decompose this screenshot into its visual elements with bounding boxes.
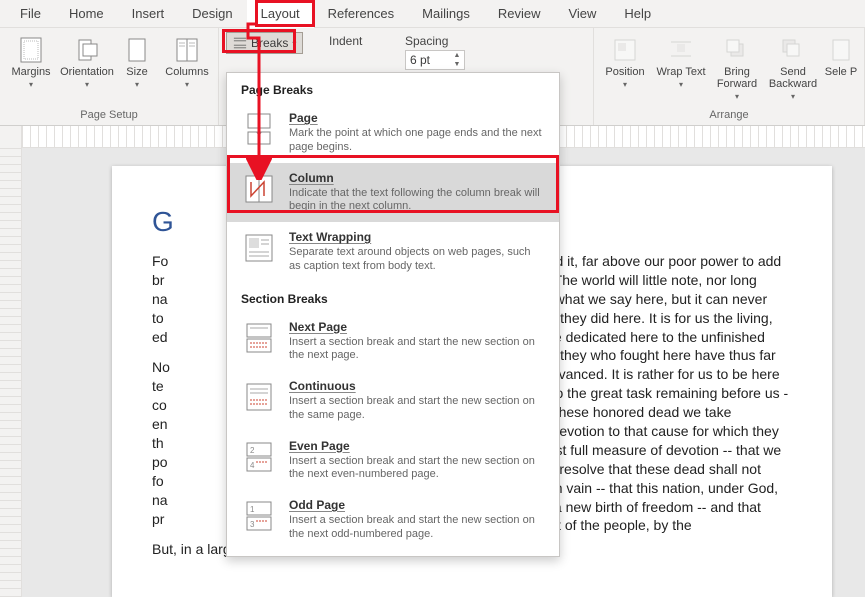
left-p1: Fo br na to ed <box>152 252 172 346</box>
chevron-down-icon: ▾ <box>29 80 33 89</box>
page-break-icon <box>241 111 277 147</box>
menu-mailings[interactable]: Mailings <box>408 0 484 28</box>
break-nextpage-desc: Insert a section break and start the new… <box>289 336 545 364</box>
breaks-dropdown: Page Breaks Page Mark the point at which … <box>226 72 560 557</box>
wrap-text-icon <box>667 36 695 64</box>
bring-forward-icon <box>723 36 751 64</box>
menu-design[interactable]: Design <box>178 0 246 28</box>
selection-icon <box>827 36 855 64</box>
send-backward-button[interactable]: Send Backward▾ <box>768 32 818 102</box>
break-textwrap-item[interactable]: Text Wrapping Separate text around object… <box>227 222 559 282</box>
orientation-icon <box>73 36 101 64</box>
margins-icon <box>17 36 45 64</box>
menu-bar: File Home Insert Design Layout Reference… <box>0 0 865 28</box>
break-page-title: Page <box>289 111 545 125</box>
svg-text:1: 1 <box>250 505 255 514</box>
position-label: Position <box>605 66 644 78</box>
break-continuous-title: Continuous <box>289 379 545 393</box>
margins-label: Margins <box>11 66 50 78</box>
break-evenpage-title: Even Page <box>289 439 545 453</box>
spacing-before-value: 6 pt <box>410 53 430 67</box>
break-page-item[interactable]: Page Mark the point at which one page end… <box>227 103 559 163</box>
menu-insert[interactable]: Insert <box>118 0 179 28</box>
indent-label: Indent <box>329 34 399 48</box>
breaks-label: Breaks <box>251 36 288 50</box>
continuous-break-icon <box>241 379 277 415</box>
stepper-down-icon[interactable]: ▼ <box>450 60 464 69</box>
size-icon <box>123 36 151 64</box>
spacing-before-input[interactable]: 6 pt ▲▼ <box>405 50 465 70</box>
chevron-down-icon: ▾ <box>292 39 296 48</box>
break-oddpage-item[interactable]: 13 Odd PageInsert a section break and st… <box>227 490 559 550</box>
break-continuous-item[interactable]: Continuous Insert a section break and sta… <box>227 371 559 431</box>
menu-home[interactable]: Home <box>55 0 118 28</box>
column-break-icon <box>241 171 277 207</box>
break-textwrap-title: Text Wrapping <box>289 230 545 244</box>
send-backward-icon <box>779 36 807 64</box>
svg-text:2: 2 <box>250 446 255 455</box>
chevron-down-icon: ▾ <box>135 80 139 89</box>
ruler-corner <box>0 126 22 148</box>
group-arrange: Position▾ Wrap Text▾ Bring Forward▾ Send… <box>594 28 865 125</box>
send-backward-label: Send Backward <box>768 66 818 90</box>
menu-file[interactable]: File <box>6 0 55 28</box>
spacing-label: Spacing <box>405 34 555 48</box>
stepper-up-icon[interactable]: ▲ <box>450 51 464 60</box>
svg-text:3: 3 <box>250 520 255 529</box>
orientation-button[interactable]: Orientation ▾ <box>62 32 112 102</box>
columns-label: Columns <box>165 66 208 78</box>
chevron-down-icon: ▾ <box>85 80 89 89</box>
oddpage-break-icon: 13 <box>241 498 277 534</box>
selection-pane-button[interactable]: Sele P <box>824 32 858 102</box>
group-page-setup: Margins ▾ Orientation ▾ Size ▾ Columns ▾… <box>0 28 219 125</box>
chevron-down-icon: ▾ <box>185 80 189 89</box>
margins-button[interactable]: Margins ▾ <box>6 32 56 102</box>
break-column-title: Column <box>289 171 545 185</box>
break-evenpage-item[interactable]: 24 Even PageInsert a section break and s… <box>227 431 559 491</box>
break-nextpage-item[interactable]: Next Page Insert a section break and star… <box>227 312 559 372</box>
break-textwrap-desc: Separate text around objects on web page… <box>289 246 545 274</box>
size-label: Size <box>126 66 147 78</box>
bring-forward-label: Bring Forward <box>712 66 762 90</box>
break-page-desc: Mark the point at which one page ends an… <box>289 127 545 155</box>
break-column-desc: Indicate that the text following the col… <box>289 187 545 215</box>
page-breaks-heading: Page Breaks <box>227 73 559 103</box>
ribbon: Breaks ▾ Margins ▾ Orientation ▾ Size ▾ <box>0 28 865 126</box>
columns-icon <box>173 36 201 64</box>
wrap-text-button[interactable]: Wrap Text▾ <box>656 32 706 102</box>
menu-layout[interactable]: Layout <box>247 0 314 28</box>
orientation-label: Orientation <box>60 66 114 78</box>
selection-label: Sele P <box>825 66 857 78</box>
menu-references[interactable]: References <box>314 0 408 28</box>
position-button[interactable]: Position▾ <box>600 32 650 102</box>
size-button[interactable]: Size ▾ <box>118 32 156 102</box>
break-nextpage-title: Next Page <box>289 320 545 334</box>
textwrap-break-icon <box>241 230 277 266</box>
section-breaks-heading: Section Breaks <box>227 282 559 312</box>
bring-forward-button[interactable]: Bring Forward▾ <box>712 32 762 102</box>
vertical-ruler[interactable] <box>0 148 22 597</box>
menu-review[interactable]: Review <box>484 0 555 28</box>
group-label-arrange: Arrange <box>594 107 864 125</box>
breaks-icon <box>233 36 247 50</box>
group-label-page-setup: Page Setup <box>0 107 218 125</box>
evenpage-break-icon: 24 <box>241 439 277 475</box>
menu-view[interactable]: View <box>554 0 610 28</box>
left-p2: No te co en th po fo na pr <box>152 358 172 528</box>
break-evenpage-desc: Insert a section break and start the new… <box>289 455 545 483</box>
wrap-text-label: Wrap Text <box>656 66 705 78</box>
break-oddpage-desc: Insert a section break and start the new… <box>289 514 545 542</box>
columns-button[interactable]: Columns ▾ <box>162 32 212 102</box>
break-column-item[interactable]: Column Indicate that the text following t… <box>227 163 559 223</box>
break-continuous-desc: Insert a section break and start the new… <box>289 395 545 423</box>
position-icon <box>611 36 639 64</box>
svg-text:4: 4 <box>250 461 255 470</box>
menu-help[interactable]: Help <box>610 0 665 28</box>
break-oddpage-title: Odd Page <box>289 498 545 512</box>
nextpage-break-icon <box>241 320 277 356</box>
breaks-button[interactable]: Breaks ▾ <box>226 32 303 54</box>
